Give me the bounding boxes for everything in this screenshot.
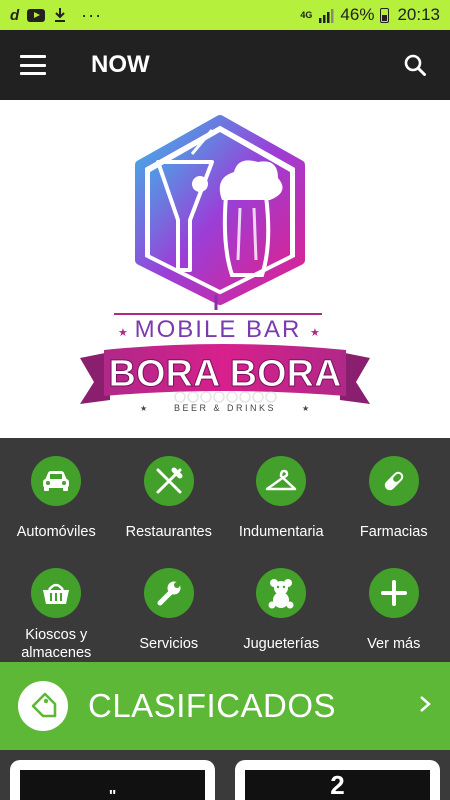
banner-line2: BORA BORA <box>109 353 342 395</box>
d-app-icon: d <box>10 6 20 24</box>
listing-card-thumbnail: " <box>20 770 205 800</box>
pill-icon <box>368 456 419 506</box>
category-kioscos[interactable]: Kioscos y almacenes <box>0 550 113 662</box>
svg-text:★: ★ <box>310 327 320 339</box>
category-restaurantes[interactable]: Restaurantes <box>113 438 226 550</box>
category-servicios[interactable]: Servicios <box>113 550 226 662</box>
more-icon: ··· <box>81 4 103 25</box>
banner-line1: MOBILE BAR <box>135 316 302 343</box>
search-icon[interactable] <box>400 50 430 80</box>
wrench-icon <box>143 568 194 618</box>
car-icon <box>31 456 82 506</box>
category-label: Jugueterías <box>243 636 320 652</box>
chevron-right-icon <box>418 694 432 719</box>
svg-text:★: ★ <box>140 404 147 413</box>
teddy-bear-icon <box>256 568 307 618</box>
listing-card[interactable]: 2 <box>235 760 440 800</box>
svg-text:★: ★ <box>302 404 309 413</box>
bora-bora-logo: ★ MOBILE BAR ★ BORA BORA BEER & DRINKS ★… <box>80 115 370 413</box>
clasificados-label: CLASIFICADOS <box>88 687 337 724</box>
category-jugueterias[interactable]: Jugueterías <box>225 550 338 662</box>
listing-card[interactable]: " <box>10 760 215 800</box>
category-label: Farmacias <box>359 524 428 540</box>
battery-percent: 46% <box>340 5 375 24</box>
app-title: NOW <box>91 51 150 78</box>
category-label: Indumentaria <box>238 524 324 540</box>
app-bar: NOW <box>0 30 450 100</box>
youtube-icon <box>27 8 46 22</box>
category-farmacias[interactable]: Farmacias <box>338 438 450 550</box>
clock: 20:13 <box>397 5 440 24</box>
promo-banner[interactable]: ★ MOBILE BAR ★ BORA BORA BEER & DRINKS ★… <box>0 100 450 438</box>
clasificados-button[interactable]: CLASIFICADOS <box>0 662 450 750</box>
plus-icon <box>368 568 419 618</box>
basket-icon <box>31 568 82 618</box>
banner-line3: BEER & DRINKS <box>174 403 276 413</box>
svg-text:★: ★ <box>118 327 128 339</box>
tag-icon <box>18 681 68 731</box>
category-label: Restaurantes <box>125 524 212 540</box>
category-grid: Automóviles Restaurantes Indumentaria Fa… <box>0 438 450 662</box>
category-label: Kioscos y almacenes <box>21 627 92 661</box>
category-label: Automóviles <box>16 524 96 540</box>
status-bar: d ··· 4G 46% 20:13 <box>0 0 450 30</box>
download-icon <box>53 7 67 23</box>
category-label: Ver más <box>367 636 421 652</box>
category-label: Servicios <box>139 636 199 652</box>
battery-icon <box>380 7 390 23</box>
category-automoviles[interactable]: Automóviles <box>0 438 113 550</box>
menu-icon[interactable] <box>20 55 46 75</box>
category-ver-mas[interactable]: Ver más <box>338 550 450 662</box>
signal-icon <box>318 8 334 23</box>
category-indumentaria[interactable]: Indumentaria <box>225 438 338 550</box>
network-type: 4G <box>300 9 313 20</box>
fork-knife-icon <box>143 456 194 506</box>
hanger-icon <box>256 456 307 506</box>
listing-cards: " 2 <box>0 750 450 800</box>
listing-card-thumbnail: 2 <box>245 770 430 800</box>
